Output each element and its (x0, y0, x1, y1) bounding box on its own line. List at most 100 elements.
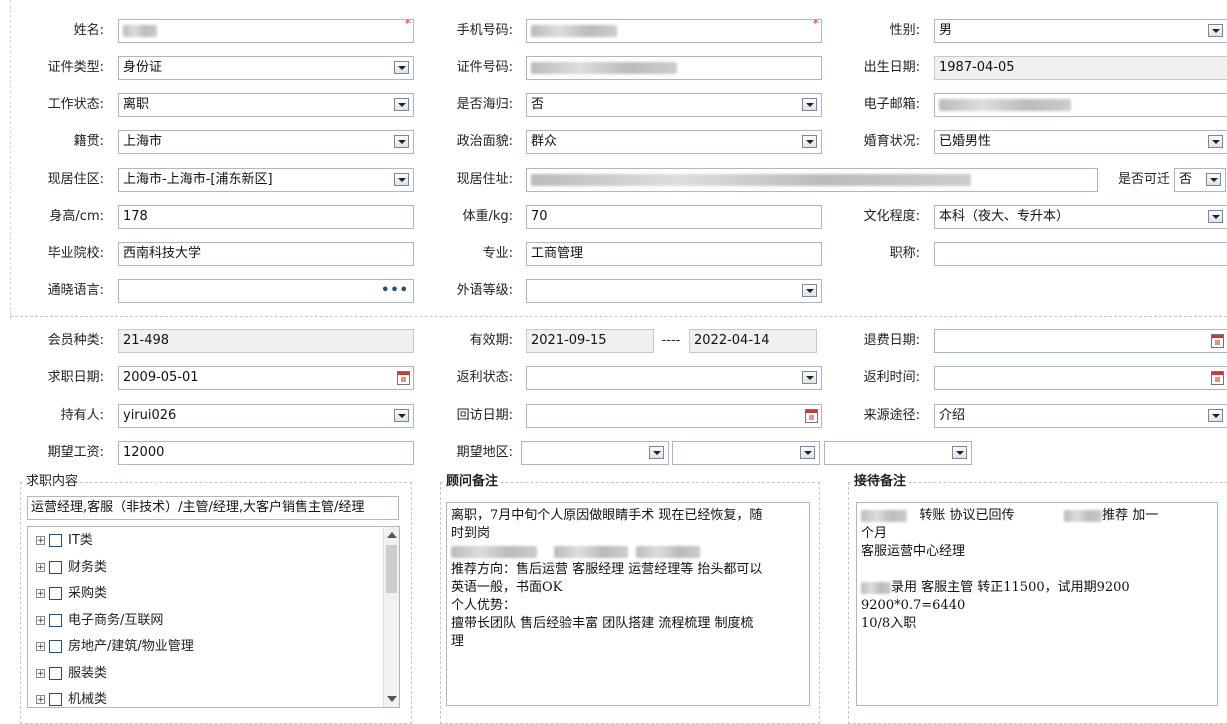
checkbox[interactable] (49, 534, 62, 547)
calendar-icon[interactable] (1211, 371, 1224, 385)
work-status-select[interactable]: 离职 (118, 93, 414, 117)
dropdown-arrow-icon[interactable] (394, 409, 409, 422)
refund-label: 退费日期: (863, 333, 920, 348)
dropdown-arrow-icon[interactable] (394, 98, 409, 111)
rebate-time-label: 返利时间: (863, 370, 920, 385)
education-value: 本科（夜大、专升本） (939, 209, 1070, 224)
checkbox[interactable] (49, 693, 62, 706)
dropdown-arrow-icon[interactable] (952, 446, 967, 459)
holder-select[interactable]: yirui026 (118, 404, 414, 428)
dropdown-arrow-icon[interactable] (1208, 409, 1223, 422)
checkbox[interactable] (49, 587, 62, 600)
area-city-select[interactable] (672, 441, 820, 465)
tree-item[interactable]: + 采购类 (36, 584, 107, 604)
calendar-icon[interactable] (397, 371, 410, 385)
area-district-select[interactable] (824, 441, 972, 465)
expand-icon[interactable]: + (36, 668, 45, 678)
dropdown-arrow-icon[interactable] (394, 135, 409, 148)
expand-icon[interactable]: + (36, 615, 45, 625)
birth-label: 出生日期: (863, 60, 920, 75)
tree-item[interactable]: + 服装类 (36, 664, 107, 684)
dropdown-arrow-icon[interactable] (802, 135, 817, 148)
tree-item[interactable]: + IT类 (36, 531, 93, 551)
reception-notes-textarea[interactable]: 转账 协议已回传 推荐 加一 个月 客服运营中心经理 录用 客服主管 转正115… (856, 502, 1218, 706)
language-field[interactable]: ••• (118, 279, 414, 303)
height-field[interactable]: 178 (118, 205, 414, 229)
title-field[interactable] (934, 242, 1227, 266)
tree-item[interactable]: + 电子商务/互联网 (36, 611, 163, 631)
political-select[interactable]: 群众 (526, 130, 822, 154)
calendar-icon[interactable] (1211, 334, 1224, 348)
marital-label: 婚育状况: (863, 134, 920, 149)
checkbox[interactable] (49, 560, 62, 574)
job-category-tree[interactable]: + IT类 + 财务类 + 采购类 + 电子商务/互联网 + 房地产/建筑/物业管理 + 服装类 + 机械… (27, 526, 400, 708)
expand-icon[interactable]: + (36, 695, 45, 705)
school-field[interactable]: 西南科技大学 (118, 242, 414, 266)
checkbox[interactable] (49, 666, 62, 680)
job-selected-field[interactable]: 运营经理,客服（非技术）/主管/经理,大客户销售主管/经理 (27, 496, 399, 520)
dropdown-arrow-icon[interactable] (1208, 135, 1223, 148)
dropdown-arrow-icon[interactable] (1208, 24, 1223, 37)
id-type-select[interactable]: 身份证 (118, 56, 414, 80)
tree-item[interactable]: + 机械类 (36, 690, 108, 707)
advisor-notes-textarea[interactable]: 离职，7月中旬个人原因做眼睛手术 现在已经恢复，随 时到岗 推荐方向：售后运营 客… (446, 502, 810, 706)
phone-field[interactable]: * (526, 19, 822, 43)
weight-field[interactable]: 70 (526, 205, 822, 229)
expand-icon[interactable]: + (36, 589, 45, 599)
language-level-select[interactable] (526, 279, 822, 303)
required-mark: * (812, 19, 820, 32)
refund-date-field[interactable] (934, 329, 1227, 353)
job-date-field[interactable]: 2009-05-01 (118, 366, 414, 390)
source-select[interactable]: 介绍 (934, 404, 1227, 428)
tree-item[interactable]: + 房地产/建筑/物业管理 (36, 637, 194, 657)
scroll-down-icon[interactable] (387, 696, 397, 702)
rebate-status-select[interactable] (526, 366, 822, 390)
tree-scrollbar[interactable] (383, 527, 399, 707)
dropdown-arrow-icon[interactable] (1208, 210, 1223, 223)
dropdown-arrow-icon[interactable] (1206, 173, 1221, 186)
marital-select[interactable]: 已婚男性 (934, 130, 1227, 154)
calendar-icon[interactable] (805, 409, 818, 423)
tree-item[interactable]: + 财务类 (36, 558, 107, 578)
visit-date-field[interactable] (526, 404, 822, 428)
area-province-select[interactable] (521, 441, 669, 465)
dropdown-arrow-icon[interactable] (802, 371, 817, 384)
region-select[interactable]: 上海市-上海市-[浦东新区] (118, 168, 414, 192)
dropdown-arrow-icon[interactable] (649, 446, 664, 459)
redacted-text (861, 581, 891, 594)
more-icon[interactable]: ••• (381, 280, 409, 302)
dropdown-arrow-icon[interactable] (802, 284, 817, 297)
reception-line: 个月 (861, 526, 888, 541)
email-field[interactable] (934, 93, 1227, 117)
education-select[interactable]: 本科（夜大、专升本） (934, 205, 1227, 229)
address-field[interactable] (526, 168, 1098, 192)
tree-item-label: 机械类 (68, 692, 108, 707)
valid-to-field: 2022-04-14 (689, 329, 817, 353)
dropdown-arrow-icon[interactable] (802, 98, 817, 111)
returnee-select[interactable]: 否 (526, 93, 822, 117)
name-field[interactable]: * (118, 19, 414, 43)
salary-field[interactable]: 12000 (118, 441, 414, 465)
expand-icon[interactable]: + (36, 536, 45, 546)
dropdown-arrow-icon[interactable] (394, 61, 409, 74)
relocate-select[interactable]: 否 (1174, 168, 1226, 192)
dropdown-arrow-icon[interactable] (394, 173, 409, 186)
scroll-up-icon[interactable] (387, 532, 397, 538)
id-type-label: 证件类型: (47, 60, 104, 75)
gender-select[interactable]: 男 (934, 19, 1227, 43)
expand-icon[interactable]: + (36, 642, 45, 652)
phone-label: 手机号码: (456, 23, 513, 38)
checkbox[interactable] (49, 640, 62, 653)
tree-item-label: 房地产/建筑/物业管理 (68, 639, 194, 654)
checkbox[interactable] (49, 613, 62, 627)
rebate-time-field[interactable] (934, 366, 1227, 390)
gender-value: 男 (939, 23, 953, 38)
dropdown-arrow-icon[interactable] (800, 446, 815, 459)
native-select[interactable]: 上海市 (118, 130, 414, 154)
expand-icon[interactable]: + (36, 562, 45, 572)
id-no-field[interactable] (526, 56, 822, 80)
major-field[interactable]: 工商管理 (526, 242, 822, 266)
scroll-thumb[interactable] (386, 545, 397, 593)
gender-label: 性别: (889, 23, 920, 38)
political-label: 政治面貌: (456, 134, 513, 149)
